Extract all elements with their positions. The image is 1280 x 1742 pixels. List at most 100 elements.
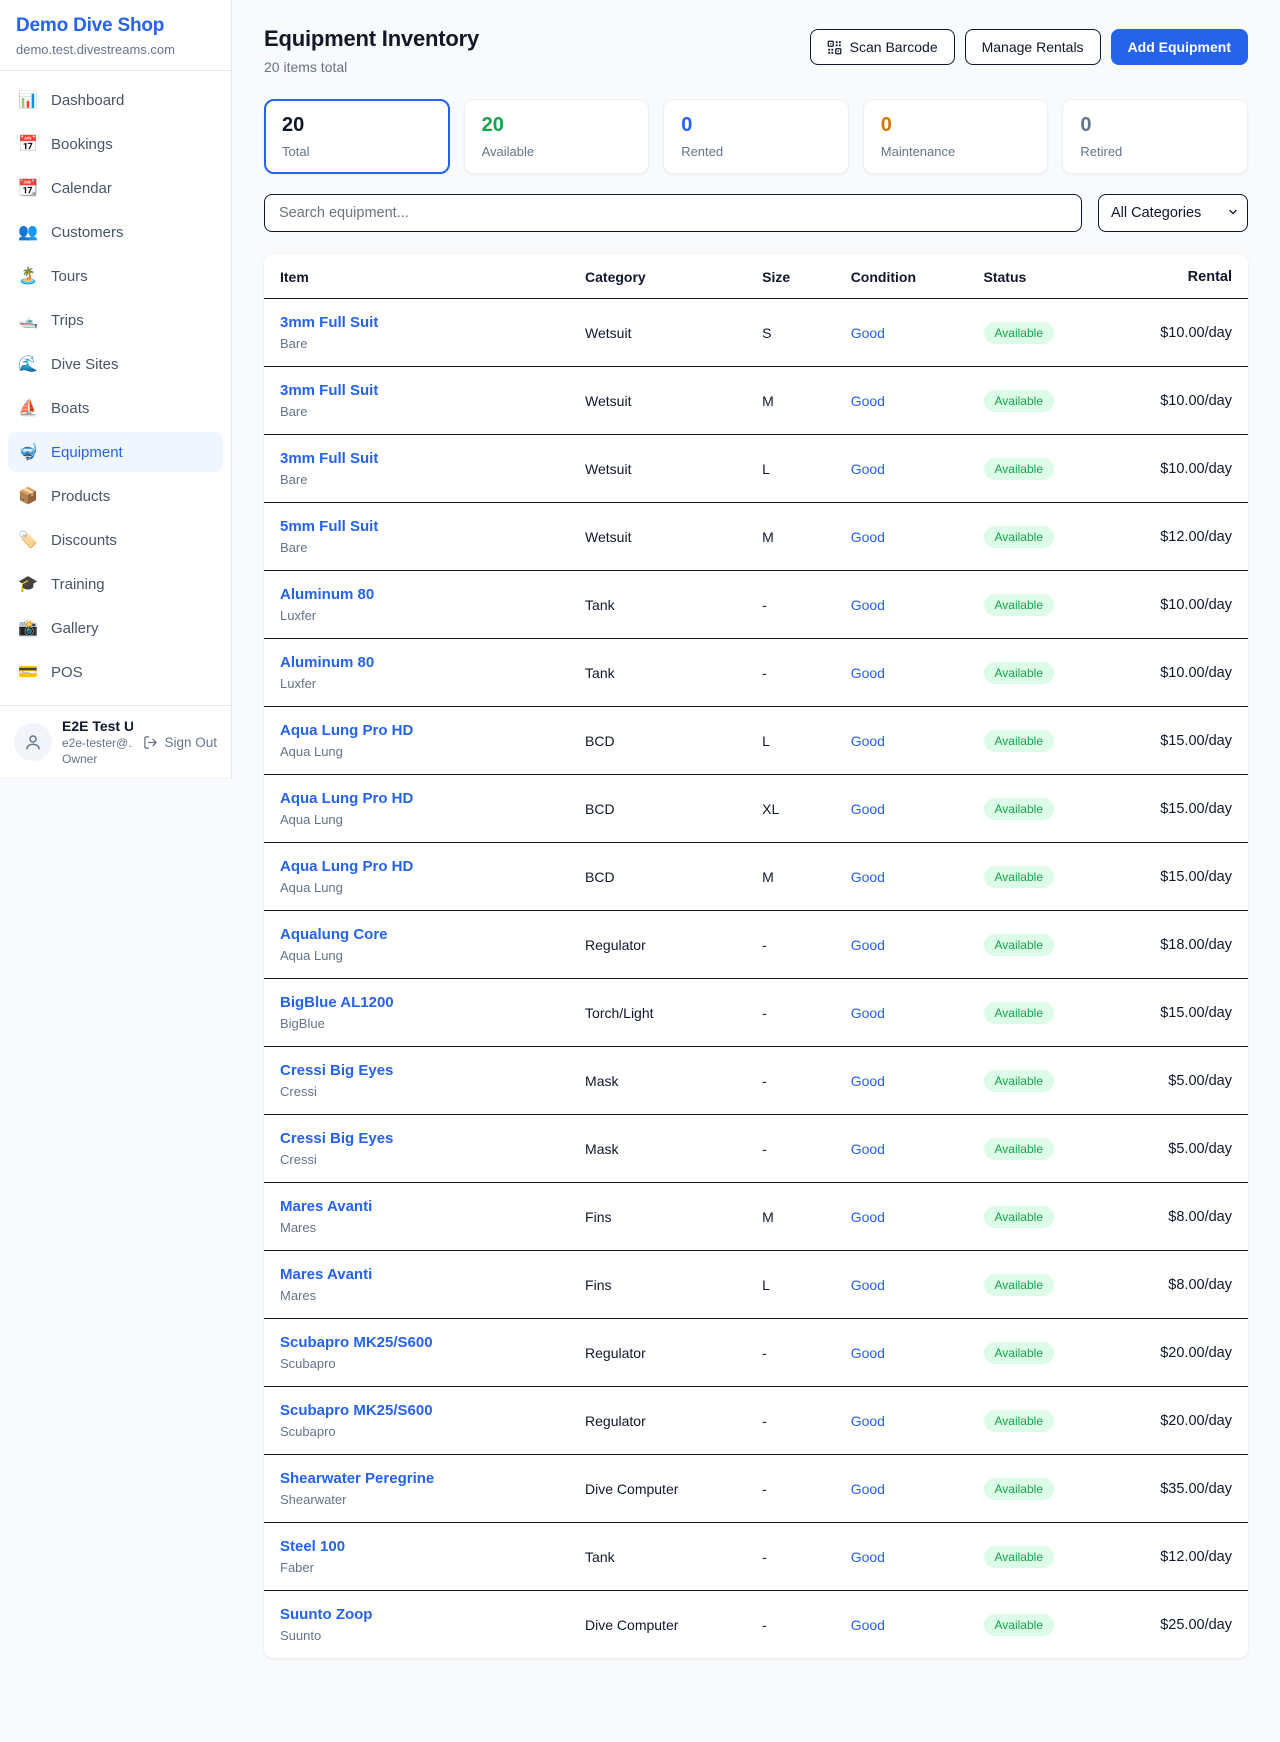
stat-label: Maintenance [881,144,1031,159]
condition-link[interactable]: Good [851,1481,885,1497]
item-name-link[interactable]: Cressi Big Eyes [280,1062,553,1079]
user-email: e2e-tester@... [62,736,133,750]
sidebar-item-bookings[interactable]: 📅 Bookings [8,124,223,164]
sidebar-item-products[interactable]: 📦 Products [8,476,223,516]
sidebar-item-customers[interactable]: 👥 Customers [8,212,223,252]
condition-link[interactable]: Good [851,869,885,885]
sidebar-item-dive-sites[interactable]: 🌊 Dive Sites [8,344,223,384]
item-brand: Bare [280,404,553,419]
sidebar-item-gallery[interactable]: 📸 Gallery [8,608,223,648]
page-header: Equipment Inventory 20 items total [264,26,1248,75]
tag-icon: 🏷️ [18,530,38,550]
status-badge: Available [984,730,1054,752]
item-brand: Cressi [280,1152,553,1167]
search-input[interactable] [264,194,1082,232]
sidebar-item-dashboard[interactable]: 📊 Dashboard [8,80,223,120]
sidebar-item-label: Trips [51,312,84,329]
item-brand: Luxfer [280,676,553,691]
sidebar-item-label: Training [51,576,105,593]
category-select-wrap: All Categories [1098,194,1248,232]
sidebar-item-label: Customers [51,224,124,241]
item-name-link[interactable]: BigBlue AL1200 [280,994,553,1011]
add-equipment-button[interactable]: Add Equipment [1111,29,1248,65]
condition-link[interactable]: Good [851,1617,885,1633]
item-name-link[interactable]: Steel 100 [280,1538,553,1555]
sidebar-item-tours[interactable]: 🏝️ Tours [8,256,223,296]
stat-card-retired[interactable]: 0 Retired [1062,99,1248,174]
condition-link[interactable]: Good [851,1277,885,1293]
stat-card-available[interactable]: 20 Available [464,99,650,174]
condition-link[interactable]: Good [851,1209,885,1225]
condition-link[interactable]: Good [851,597,885,613]
condition-link[interactable]: Good [851,461,885,477]
item-name-link[interactable]: Cressi Big Eyes [280,1130,553,1147]
equipment-table: Item Category Size Condition Status Rent… [264,254,1248,1658]
manage-rentals-button[interactable]: Manage Rentals [965,29,1101,65]
item-name-link[interactable]: Scubapro MK25/S600 [280,1402,553,1419]
table-row: Aluminum 80 Luxfer Tank - Good Available [264,639,1248,707]
sign-out-button[interactable]: Sign Out [143,735,217,750]
item-category: Wetsuit [569,367,746,435]
item-rental: $10.00/day [1115,299,1248,367]
condition-link[interactable]: Good [851,393,885,409]
sidebar-item-boats[interactable]: ⛵ Boats [8,388,223,428]
item-name-link[interactable]: Aqua Lung Pro HD [280,790,553,807]
condition-link[interactable]: Good [851,1005,885,1021]
scan-barcode-button[interactable]: Scan Barcode [810,29,955,65]
condition-link[interactable]: Good [851,801,885,817]
sidebar-item-pos[interactable]: 💳 POS [8,652,223,692]
item-name-link[interactable]: Aqua Lung Pro HD [280,858,553,875]
item-category: Wetsuit [569,299,746,367]
stat-card-maintenance[interactable]: 0 Maintenance [863,99,1049,174]
item-name-link[interactable]: Scubapro MK25/S600 [280,1334,553,1351]
item-name-link[interactable]: 5mm Full Suit [280,518,553,535]
sidebar-item-label: Dashboard [51,92,124,109]
sidebar-item-equipment[interactable]: 🤿 Equipment [8,432,223,472]
condition-link[interactable]: Good [851,1413,885,1429]
item-size: - [746,979,835,1047]
item-name-link[interactable]: Mares Avanti [280,1198,553,1215]
sidebar-item-training[interactable]: 🎓 Training [8,564,223,604]
condition-link[interactable]: Good [851,1549,885,1565]
item-name-link[interactable]: Suunto Zoop [280,1606,553,1623]
brand-domain: demo.test.divestreams.com [16,42,215,57]
condition-link[interactable]: Good [851,1141,885,1157]
item-name-link[interactable]: 3mm Full Suit [280,382,553,399]
item-name-link[interactable]: 3mm Full Suit [280,450,553,467]
sidebar-item-discounts[interactable]: 🏷️ Discounts [8,520,223,560]
item-rental: $25.00/day [1115,1591,1248,1659]
item-name-link[interactable]: Aluminum 80 [280,654,553,671]
item-brand: Shearwater [280,1492,553,1507]
column-header-category: Category [569,254,746,299]
category-select[interactable]: All Categories [1098,194,1248,232]
sidebar-item-calendar[interactable]: 📆 Calendar [8,168,223,208]
user-name: E2E Test U... [62,718,133,734]
item-name-link[interactable]: Aqua Lung Pro HD [280,722,553,739]
condition-link[interactable]: Good [851,529,885,545]
item-category: Mask [569,1115,746,1183]
item-brand: Aqua Lung [280,744,553,759]
condition-link[interactable]: Good [851,665,885,681]
condition-link[interactable]: Good [851,1073,885,1089]
stat-card-total[interactable]: 20 Total [264,99,450,174]
item-name-link[interactable]: Aqualung Core [280,926,553,943]
item-name-link[interactable]: Shearwater Peregrine [280,1470,553,1487]
condition-link[interactable]: Good [851,733,885,749]
condition-link[interactable]: Good [851,325,885,341]
avatar [14,723,52,761]
condition-link[interactable]: Good [851,1345,885,1361]
sidebar-item-label: Dive Sites [51,356,119,373]
sidebar-item-trips[interactable]: 🛥️ Trips [8,300,223,340]
item-name-link[interactable]: Mares Avanti [280,1266,553,1283]
stat-card-rented[interactable]: 0 Rented [663,99,849,174]
item-name-link[interactable]: Aluminum 80 [280,586,553,603]
item-size: S [746,299,835,367]
item-rental: $35.00/day [1115,1455,1248,1523]
table-row: 5mm Full Suit Bare Wetsuit M Good Availa… [264,503,1248,571]
barcode-scan-icon [827,40,842,55]
item-category: Wetsuit [569,435,746,503]
status-badge: Available [984,1546,1054,1568]
item-name-link[interactable]: 3mm Full Suit [280,314,553,331]
table-row: Scubapro MK25/S600 Scubapro Regulator - … [264,1319,1248,1387]
condition-link[interactable]: Good [851,937,885,953]
